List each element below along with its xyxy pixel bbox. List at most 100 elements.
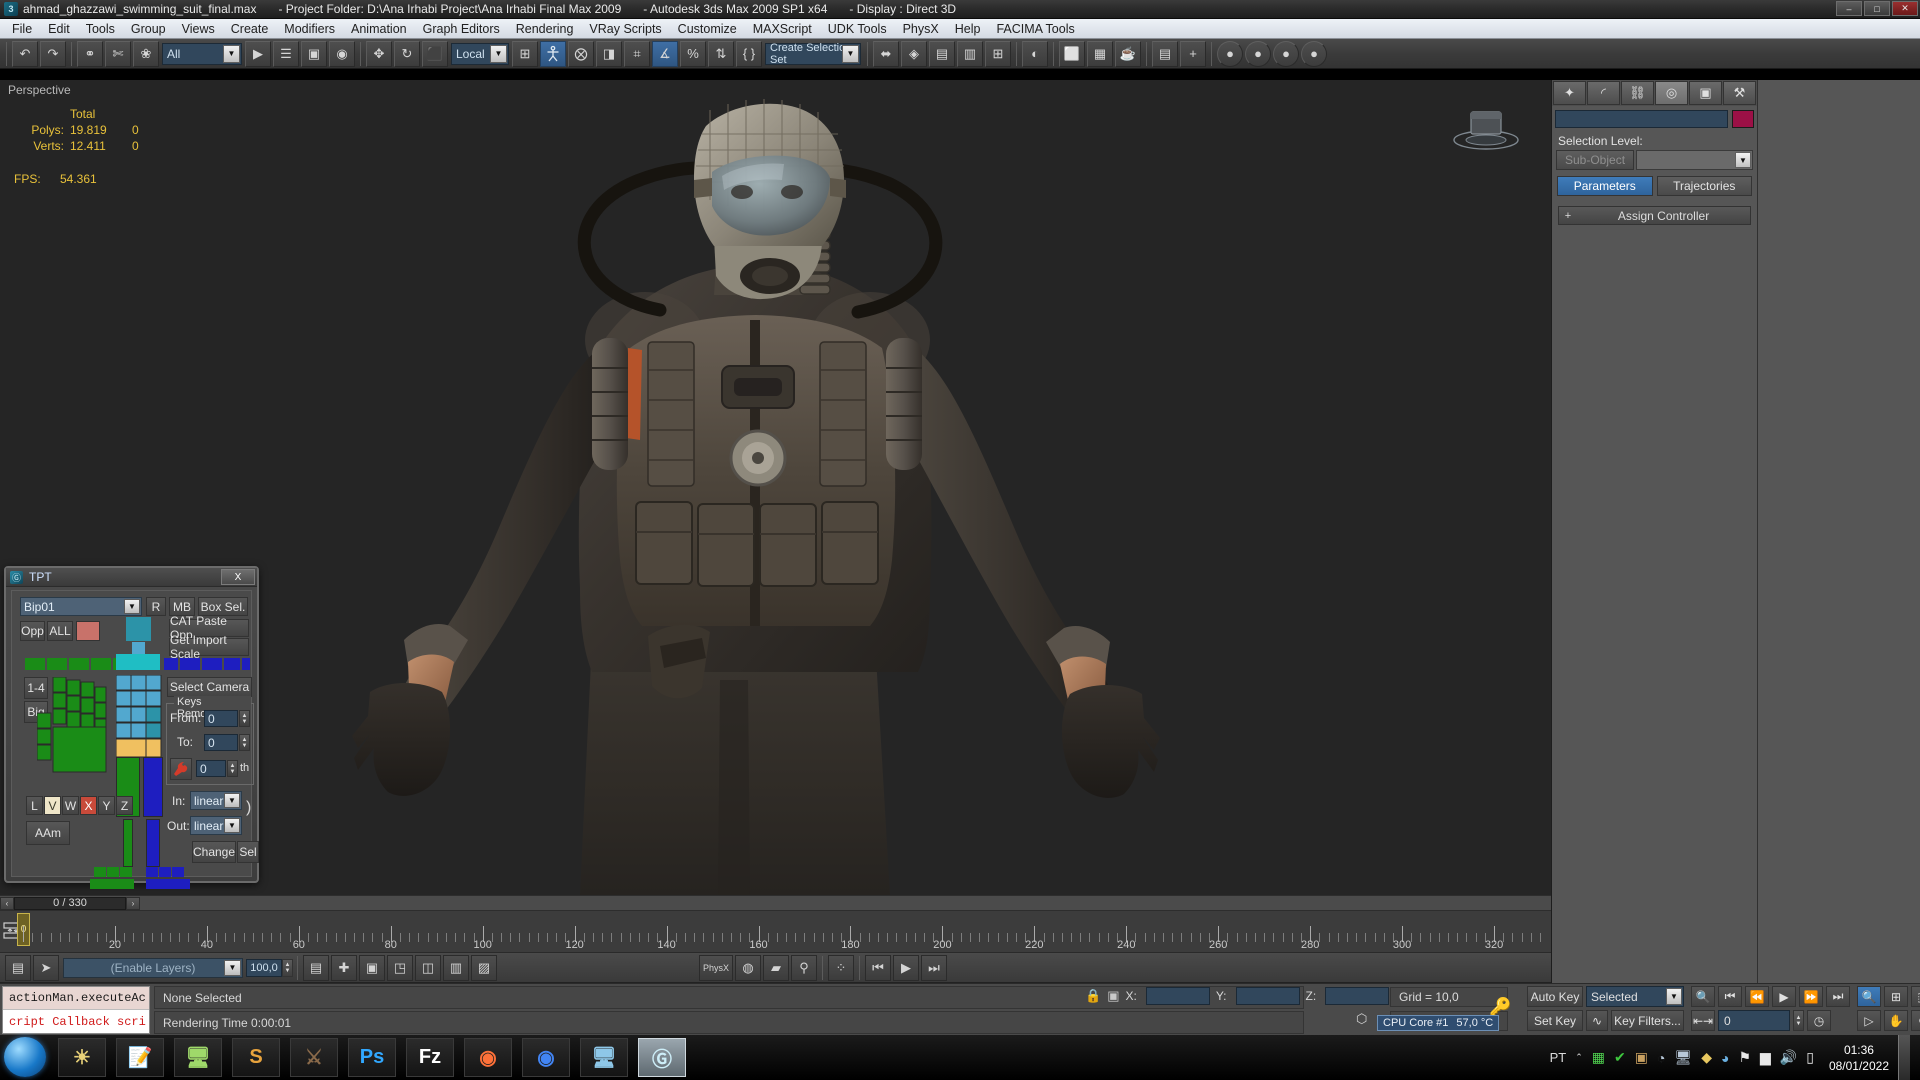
command-tab-create[interactable]: ✦ <box>1553 81 1586 105</box>
taskbar-item-photoshop[interactable]: Ps <box>348 1038 396 1077</box>
reference-coordinate-system-combo[interactable]: Local ▼ <box>451 42 509 65</box>
tpt-dialog[interactable]: Ⓖ TPT X Bip01 ▼ R MB Box Sel. Opp ALL CA… <box>4 566 259 889</box>
biped-spine-block[interactable] <box>116 654 160 670</box>
paint-tray-icon[interactable]: ◕ <box>1721 1050 1729 1066</box>
menu-item-group[interactable]: Group <box>123 20 174 38</box>
biped-arm-block[interactable] <box>69 658 89 670</box>
network-tray-icon[interactable]: ▆ <box>1760 1049 1771 1066</box>
menu-item-help[interactable]: Help <box>947 20 989 38</box>
toggle-l[interactable]: L <box>26 796 43 815</box>
command-tab-motion[interactable]: ◎ <box>1655 81 1688 105</box>
layer-manager-toggle-icon[interactable]: ▤ <box>5 954 31 981</box>
select-and-manipulate-icon[interactable] <box>540 40 566 67</box>
toggle-w[interactable]: W <box>62 796 79 815</box>
ik-solver-icon[interactable]: ⨂ <box>568 40 594 67</box>
biped-head-block[interactable] <box>126 617 151 641</box>
menu-item-graph-editors[interactable]: Graph Editors <box>415 20 508 38</box>
language-indicator[interactable]: PT <box>1550 1050 1567 1065</box>
nth-spinner[interactable]: ▲ ▼ <box>227 760 238 777</box>
chevron-down-icon[interactable]: ▼ <box>124 599 140 614</box>
biped-ltoe-block[interactable] <box>120 867 132 877</box>
toggle-z[interactable]: Z <box>116 796 133 815</box>
chevron-down-icon[interactable]: ▼ <box>1666 988 1682 1005</box>
menu-item-file[interactable]: File <box>4 20 40 38</box>
lock-selection-icon[interactable]: 🔒 <box>1085 988 1101 1004</box>
biped-rarm-block[interactable] <box>224 658 240 670</box>
mirror-icon[interactable]: ⬌ <box>873 40 899 67</box>
select-and-move-icon[interactable]: ✥ <box>366 40 392 67</box>
tab-parameters[interactable]: Parameters <box>1557 176 1653 196</box>
biped-rleg-block[interactable] <box>143 757 163 817</box>
key-mode-toggle-icon[interactable]: ⇤⇥ <box>1691 1010 1715 1031</box>
search-tray-icon[interactable]: ◔ <box>1657 1050 1665 1066</box>
chevron-down-icon[interactable]: ▼ <box>842 44 859 63</box>
y-input[interactable] <box>1235 987 1300 1005</box>
paste-layer-icon[interactable]: ▨ <box>471 954 497 981</box>
add-icon[interactable]: + <box>1180 40 1206 67</box>
rollout-assign-controller[interactable]: + Assign Controller <box>1558 206 1751 225</box>
physx-object-icon[interactable]: ◍ <box>735 954 761 981</box>
r-button[interactable]: R <box>146 597 166 616</box>
command-tab-utilities[interactable]: ⚒ <box>1723 81 1756 105</box>
taskbar-item-3dsmax[interactable]: Ⓖ <box>638 1038 686 1077</box>
disable-layer-icon[interactable]: ◫ <box>415 954 441 981</box>
copy-layer-icon[interactable]: ▥ <box>443 954 469 981</box>
play-animation-icon[interactable]: ▶ <box>893 954 919 981</box>
menu-item-vray-scripts[interactable]: VRay Scripts <box>581 20 669 38</box>
object-color-swatch[interactable] <box>1732 110 1754 128</box>
orbit-icon[interactable]: ⥁ <box>1911 1010 1920 1031</box>
render-production-icon[interactable]: ☕ <box>1115 40 1141 67</box>
layer-manager-icon[interactable]: ▤ <box>929 40 955 67</box>
minimize-button[interactable]: – <box>1836 1 1862 16</box>
angle-snap-toggle-icon[interactable]: ∡ <box>652 40 678 67</box>
biped-hand-grid[interactable] <box>36 676 107 795</box>
taskbar-item-notepad-editor[interactable]: 📝 <box>116 1038 164 1077</box>
menu-item-maxscript[interactable]: MAXScript <box>745 20 820 38</box>
chevron-down-icon[interactable]: ▼ <box>224 818 240 833</box>
taskbar-item-filezilla[interactable]: Fz <box>406 1038 454 1077</box>
battery-tray-icon[interactable]: ▯ <box>1806 1049 1814 1066</box>
menu-item-tools[interactable]: Tools <box>78 20 123 38</box>
play-animation-icon[interactable]: ▶ <box>1772 986 1796 1007</box>
out-tangent-combo[interactable]: linear ▼ <box>190 816 242 835</box>
start-button[interactable] <box>4 1037 46 1077</box>
checkmark-tray-icon[interactable]: ✔ <box>1614 1049 1626 1066</box>
change-button[interactable]: Change <box>192 841 236 863</box>
prev-frame-button[interactable]: ‹ <box>0 896 14 910</box>
biped-rtoe-block[interactable] <box>146 867 158 877</box>
track-bar-ruler[interactable]: 0 20406080100120140160180200220240260280… <box>0 910 1551 953</box>
sel-button[interactable]: Sel <box>237 841 259 863</box>
biped-rtoe-block[interactable] <box>159 867 171 877</box>
biped-ltoe-block[interactable] <box>107 867 119 877</box>
key-curve-icon[interactable]: ∿ <box>1586 1010 1608 1031</box>
maxscript-listener-icon[interactable]: ▤ <box>1152 40 1178 67</box>
menu-item-udk-tools[interactable]: UDK Tools <box>820 20 895 38</box>
nth-input[interactable]: 0 <box>196 760 226 777</box>
render-setup-icon[interactable]: ⬜ <box>1059 40 1085 67</box>
biped-arm-block[interactable] <box>25 658 45 670</box>
biped-arm-block[interactable] <box>91 658 111 670</box>
toggle-y[interactable]: Y <box>98 796 115 815</box>
maxscript-line-2[interactable]: cript Callback scri <box>3 1010 149 1033</box>
select-and-rotate-icon[interactable]: ↻ <box>394 40 420 67</box>
biped-lcalf-block[interactable] <box>123 819 133 867</box>
chevron-down-icon[interactable]: ▼ <box>1735 152 1751 168</box>
absolute-relative-toggle-icon[interactable]: ▣ <box>1107 988 1119 1004</box>
layer-weight-spinner[interactable]: ▲ ▼ <box>282 958 293 977</box>
color-swatch[interactable] <box>76 621 100 641</box>
percent-snap-toggle-icon[interactable]: % <box>680 40 706 67</box>
menu-item-modifiers[interactable]: Modifiers <box>276 20 343 38</box>
material-editor-icon[interactable]: ◐ <box>1022 40 1048 67</box>
array-icon[interactable]: ◨ <box>596 40 622 67</box>
aam-button[interactable]: AAm <box>26 821 70 845</box>
taskbar-item-sublime-text[interactable]: S <box>232 1038 280 1077</box>
select-camera-button[interactable]: Select Camera <box>167 677 252 697</box>
biped-arm-block[interactable] <box>47 658 67 670</box>
current-frame-spinner[interactable]: ▲ ▼ <box>1793 1010 1804 1031</box>
named-selection-sets-combo[interactable]: Create Selection Set ▼ <box>765 42 861 66</box>
go-to-end-icon[interactable]: ⏭ <box>1826 986 1850 1007</box>
redo-icon[interactable]: ↷ <box>40 40 66 67</box>
pan-view-icon[interactable]: ✋ <box>1884 1010 1908 1031</box>
from-spinner[interactable]: ▲ ▼ <box>239 710 250 727</box>
auto-key-button[interactable]: Auto Key <box>1527 986 1583 1007</box>
